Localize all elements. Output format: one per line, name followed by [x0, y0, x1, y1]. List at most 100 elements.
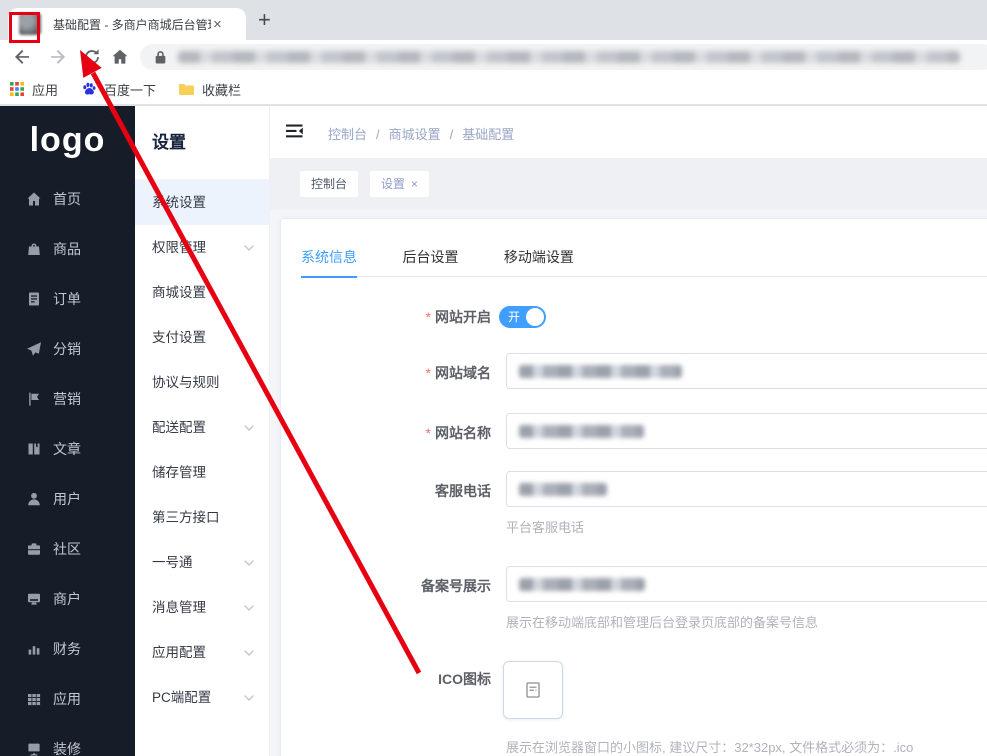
baidu-paw-icon[interactable]	[82, 82, 96, 96]
flag-icon	[29, 392, 39, 406]
breadcrumb-mall-settings[interactable]: 商城设置	[389, 127, 441, 142]
label-icp: 备案号展示	[421, 578, 491, 594]
tagbar: 控制台 设置 ×	[270, 158, 987, 210]
submenu-item-thirdparty[interactable]: 第三方接口	[135, 495, 269, 540]
label-service-phone: 客服电话	[435, 483, 491, 499]
main-sidebar: logo 首页 商品 订单 分销 营销 文章 用户 社区 商户 财务 应用 装修	[0, 106, 135, 756]
chevron-down-icon	[244, 695, 254, 701]
submenu-item-system[interactable]: 系统设置	[135, 180, 269, 225]
bookmark-favorites[interactable]: 收藏栏	[202, 80, 241, 99]
home-icon	[27, 192, 41, 206]
breadcrumb-basic-config[interactable]: 基础配置	[462, 127, 514, 142]
sidebar-item-articles[interactable]: 文章	[0, 424, 135, 474]
main-panel: 控制台 / 商城设置 / 基础配置 控制台 设置 × 系统信息 后台设置 移动端设置 * 网…	[270, 106, 987, 756]
tag-close-icon[interactable]: ×	[411, 177, 418, 191]
ico-upload-box[interactable]	[503, 661, 563, 719]
screen: 基础配置 - 多商户商城后台管理 × + 应用 百度一下 收藏栏 logo 首页…	[0, 0, 987, 756]
chevron-down-icon	[244, 425, 254, 431]
settings-sidebar: 设置 系统设置 权限管理 商城设置 支付设置 协议与规则 配送配置 储存管理 第…	[135, 106, 270, 756]
submenu-item-appconfig[interactable]: 应用配置	[135, 630, 269, 675]
sidebar-item-distribution[interactable]: 分销	[0, 324, 135, 374]
submenu-item-payment[interactable]: 支付设置	[135, 315, 269, 360]
url-text-blurred	[178, 51, 960, 63]
tab-admin-settings[interactable]: 后台设置	[402, 237, 458, 277]
site-switch-toggle[interactable]: 开	[499, 306, 546, 328]
blurred-value	[519, 365, 682, 378]
settings-card: 系统信息 后台设置 移动端设置 * 网站开启 开 * 网站域名 * 网站名称 客服电话…	[280, 218, 987, 756]
home-button[interactable]	[111, 48, 131, 68]
label-site-domain: * 网站域名	[425, 365, 491, 381]
lock-icon	[155, 51, 166, 64]
sidebar-item-community[interactable]: 社区	[0, 524, 135, 574]
submenu-item-permission[interactable]: 权限管理	[135, 225, 269, 270]
document-icon	[526, 682, 540, 698]
sidebar-item-apps[interactable]: 应用	[0, 674, 135, 724]
chevron-down-icon	[244, 605, 254, 611]
tab-mobile-settings[interactable]: 移动端设置	[504, 237, 574, 277]
bookmark-baidu[interactable]: 百度一下	[104, 80, 156, 99]
menu-fold-icon[interactable]	[286, 122, 304, 140]
breadcrumb-console[interactable]: 控制台	[328, 127, 367, 142]
browser-toolbar	[0, 40, 987, 74]
tag-settings[interactable]: 设置 ×	[370, 171, 430, 197]
sidebar-item-home[interactable]: 首页	[0, 174, 135, 224]
briefcase-icon	[28, 543, 40, 555]
label-site-switch: * 网站开启	[425, 309, 491, 325]
sidebar-item-finance[interactable]: 财务	[0, 624, 135, 674]
label-ico: ICO图标	[438, 671, 491, 687]
book-icon	[28, 443, 40, 455]
reload-button[interactable]	[83, 48, 103, 68]
bar-chart-icon	[28, 646, 40, 655]
folder-icon[interactable]	[178, 83, 195, 96]
ico-hint: 展示在浏览器窗口的小图标, 建议尺寸：32*32px, 文件格式必须为：.ico	[506, 740, 914, 755]
bookmarks-bar: 应用 百度一下 收藏栏	[0, 74, 987, 106]
blurred-value	[519, 483, 607, 496]
logo: logo	[29, 120, 106, 159]
reload-icon	[85, 49, 99, 64]
tab-close-icon[interactable]: ×	[213, 16, 222, 33]
submenu-item-message[interactable]: 消息管理	[135, 585, 269, 630]
toggle-knob	[526, 308, 544, 326]
admin-app: logo 首页 商品 订单 分销 营销 文章 用户 社区 商户 财务 应用 装修…	[0, 106, 987, 756]
submenu-item-agreement[interactable]: 协议与规则	[135, 360, 269, 405]
breadcrumb: 控制台 / 商城设置 / 基础配置	[328, 127, 515, 142]
back-button[interactable]	[13, 48, 33, 68]
label-site-name: * 网站名称	[425, 425, 491, 441]
sidebar-item-orders[interactable]: 订单	[0, 274, 135, 324]
sidebar-item-goods[interactable]: 商品	[0, 224, 135, 274]
sidebar-item-decoration[interactable]: 装修	[0, 724, 135, 756]
chevron-down-icon	[244, 560, 254, 566]
new-tab-button[interactable]: +	[258, 8, 271, 32]
paper-plane-icon	[27, 342, 41, 356]
tag-console[interactable]: 控制台	[300, 171, 359, 197]
submenu-item-pcconfig[interactable]: PC端配置	[135, 675, 269, 720]
submenu-item-delivery[interactable]: 配送配置	[135, 405, 269, 450]
home-icon	[112, 49, 128, 64]
address-bar[interactable]	[140, 44, 987, 70]
settings-tabs: 系统信息 后台设置 移动端设置	[301, 237, 987, 278]
shopping-bag-icon	[28, 243, 40, 255]
icp-input[interactable]	[506, 566, 987, 602]
apps-grid-icon[interactable]	[10, 82, 24, 96]
browser-tabstrip: 基础配置 - 多商户商城后台管理 × +	[0, 0, 987, 40]
main-nav: 首页 商品 订单 分销 营销 文章 用户 社区 商户 财务 应用 装修	[0, 174, 135, 756]
browser-tab[interactable]: 基础配置 - 多商户商城后台管理 ×	[8, 8, 246, 40]
tab-title: 基础配置 - 多商户商城后台管理	[53, 17, 211, 32]
sidebar-item-users[interactable]: 用户	[0, 474, 135, 524]
site-name-input[interactable]	[506, 413, 987, 449]
sidebar-item-merchants[interactable]: 商户	[0, 574, 135, 624]
submenu-item-storage[interactable]: 储存管理	[135, 450, 269, 495]
monitor-icon	[28, 743, 40, 756]
icp-hint: 展示在移动端底部和管理后台登录页底部的备案号信息	[506, 615, 819, 630]
forward-arrow-icon	[51, 49, 65, 64]
site-domain-input[interactable]	[506, 353, 987, 389]
user-icon	[28, 492, 40, 506]
tab-system-info[interactable]: 系统信息	[301, 237, 357, 278]
submenu-item-yihaotong[interactable]: 一号通	[135, 540, 269, 585]
submenu-item-mall[interactable]: 商城设置	[135, 270, 269, 315]
service-phone-input[interactable]	[506, 471, 987, 507]
forward-button[interactable]	[49, 48, 69, 68]
bookmark-apps[interactable]: 应用	[32, 80, 58, 99]
blurred-value	[519, 578, 645, 591]
sidebar-item-marketing[interactable]: 营销	[0, 374, 135, 424]
